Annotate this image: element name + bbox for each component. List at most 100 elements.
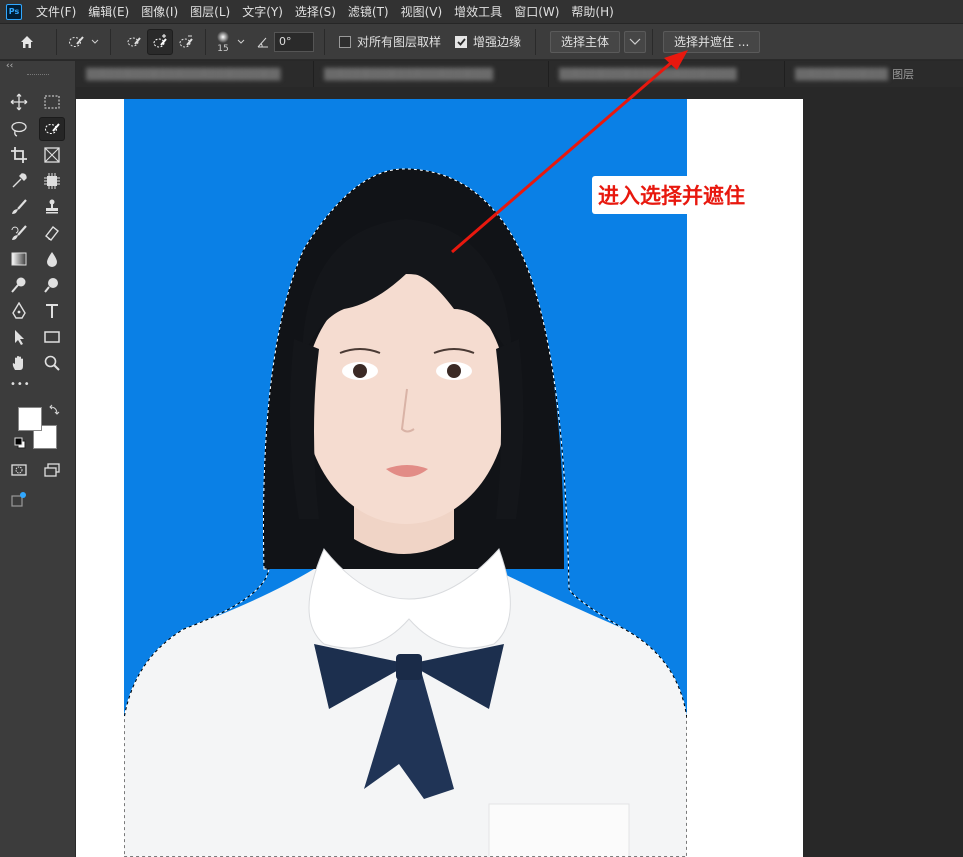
- screen-mode-button[interactable]: [39, 458, 65, 482]
- enhance-edge-label: 增强边缘: [473, 35, 522, 49]
- options-bar: 15 0° 对所有图层取样 增强边缘 选择主体 选择并遮住 ...: [0, 24, 963, 60]
- enhance-edge-checkbox[interactable]: [455, 35, 468, 48]
- subtract-from-selection-icon: [179, 35, 193, 47]
- path-selection-tool[interactable]: [6, 325, 32, 349]
- brush-size-picker[interactable]: 15: [216, 30, 230, 54]
- menu-help[interactable]: 帮助(H): [565, 0, 619, 24]
- eraser-tool[interactable]: [39, 221, 65, 245]
- eraser-icon: [45, 226, 59, 241]
- magnify-dodge-tool[interactable]: [39, 273, 65, 297]
- quick-selection-tool[interactable]: [39, 117, 65, 141]
- add-to-selection-button[interactable]: [147, 28, 173, 55]
- home-icon: [21, 35, 33, 48]
- menu-type[interactable]: 文字(Y): [236, 0, 289, 24]
- rectangle-tool[interactable]: [39, 325, 65, 349]
- chevron-down-icon: [629, 38, 641, 45]
- new-selection-icon: [127, 36, 141, 46]
- dodge-icon: [11, 277, 26, 293]
- history-brush-tool[interactable]: [6, 221, 32, 245]
- tools-panel: ‹‹ •••: [0, 61, 76, 857]
- chip-icon: [44, 173, 60, 189]
- sample-all-layers-checkbox[interactable]: [339, 35, 351, 48]
- marquee-tool[interactable]: [39, 90, 65, 114]
- separator: [324, 28, 325, 55]
- enhance-edge-option[interactable]: 增强边缘: [455, 33, 521, 50]
- eyedropper-tool[interactable]: [6, 169, 32, 193]
- object-selection-tool[interactable]: [39, 169, 65, 193]
- more-tools-icon[interactable]: •••: [10, 379, 31, 390]
- dodge-round-icon: [44, 278, 58, 293]
- quick-selection-icon: [69, 35, 84, 47]
- hand-icon: [12, 356, 23, 370]
- angle-icon: [257, 37, 268, 47]
- collapse-panel-icon[interactable]: ‹‹: [6, 61, 13, 71]
- screen-mode-icon: [44, 463, 60, 477]
- menu-file[interactable]: 文件(F): [30, 0, 82, 24]
- new-selection-button[interactable]: [121, 29, 147, 55]
- chevron-down-icon[interactable]: [236, 37, 246, 47]
- pen-tool[interactable]: [6, 299, 32, 323]
- canvas-workspace[interactable]: [76, 87, 963, 857]
- menu-window[interactable]: 窗口(W): [508, 0, 565, 24]
- magnifier-icon: [44, 355, 60, 371]
- foreground-color-swatch[interactable]: [18, 407, 42, 431]
- type-tool[interactable]: [39, 299, 65, 323]
- document-tab[interactable]: ▒▒▒▒▒▒▒▒▒▒▒▒▒▒▒▒▒▒▒▒▒▒▒: [76, 61, 314, 87]
- clone-stamp-tool[interactable]: [39, 195, 65, 219]
- tool-preset-picker[interactable]: [63, 29, 89, 55]
- document-tab[interactable]: ▒▒▒▒▒▒▒▒▒▒▒ 图层: [785, 61, 963, 87]
- eyedropper-icon: [12, 173, 27, 188]
- zoom-tool[interactable]: [39, 351, 65, 375]
- menu-filter[interactable]: 滤镜(T): [342, 0, 395, 24]
- quick-selection-icon: [45, 123, 60, 134]
- rectangle-icon: [44, 331, 60, 343]
- menu-view[interactable]: 视图(V): [395, 0, 449, 24]
- quick-mask-button[interactable]: [6, 458, 32, 482]
- document-tab[interactable]: ▒▒▒▒▒▒▒▒▒▒▒▒▒▒▒▒▒▒▒▒▒: [549, 61, 785, 87]
- select-and-mask-button[interactable]: 选择并遮住 ...: [663, 30, 761, 53]
- select-subject-dropdown[interactable]: [624, 30, 647, 53]
- dodge-tool[interactable]: [6, 273, 32, 297]
- history-brush-icon: [11, 225, 27, 240]
- angle-input[interactable]: 0°: [274, 31, 314, 52]
- brush-size-value: 15: [217, 43, 229, 54]
- angle-control: 0°: [256, 31, 314, 52]
- panel-grip: [27, 74, 49, 76]
- arrow-cursor-icon: [15, 330, 24, 345]
- tab-title-blurred: ▒▒▒▒▒▒▒▒▒▒▒▒▒▒▒▒▒▒▒▒▒: [559, 67, 737, 81]
- hand-tool[interactable]: [6, 351, 32, 375]
- menu-image[interactable]: 图像(I): [135, 0, 184, 24]
- edit-toolbar-button[interactable]: [6, 487, 32, 511]
- default-colors-icon[interactable]: [14, 437, 26, 452]
- menu-layer[interactable]: 图层(L): [184, 0, 236, 24]
- frame-tool[interactable]: [39, 143, 65, 167]
- separator: [56, 28, 57, 55]
- edit-toolbar-icon: [11, 492, 26, 507]
- menu-edit[interactable]: 编辑(E): [82, 0, 135, 24]
- brush-tool[interactable]: [6, 195, 32, 219]
- pen-icon: [12, 302, 26, 319]
- move-tool[interactable]: [6, 90, 32, 114]
- chevron-down-icon[interactable]: [90, 37, 100, 47]
- menu-select[interactable]: 选择(S): [289, 0, 342, 24]
- frame-icon: [44, 147, 60, 163]
- select-subject-button[interactable]: 选择主体: [550, 30, 621, 53]
- photoshop-logo: Ps: [6, 3, 22, 20]
- sample-all-layers-label: 对所有图层取样: [357, 35, 442, 49]
- sample-all-layers-option[interactable]: 对所有图层取样: [339, 33, 441, 50]
- lasso-icon: [11, 121, 27, 137]
- home-button[interactable]: [14, 29, 40, 55]
- tab-title-blurred: ▒▒▒▒▒▒▒▒▒▒▒▒▒▒▒▒▒▒▒▒▒▒▒: [86, 67, 281, 81]
- move-icon: [10, 93, 28, 111]
- swap-colors-icon[interactable]: [48, 404, 60, 419]
- crop-tool[interactable]: [6, 143, 32, 167]
- tab-title-blurred: ▒▒▒▒▒▒▒▒▒▒▒▒▒▒▒▒▒▒▒▒: [324, 67, 494, 81]
- lasso-tool[interactable]: [6, 117, 32, 141]
- quick-mask-icon: [11, 464, 27, 476]
- subtract-from-selection-button[interactable]: [173, 29, 199, 55]
- annotation-label: 进入选择并遮住: [592, 176, 751, 214]
- document-tab[interactable]: ▒▒▒▒▒▒▒▒▒▒▒▒▒▒▒▒▒▒▒▒: [314, 61, 549, 87]
- blur-tool[interactable]: [39, 247, 65, 271]
- menu-plugins[interactable]: 增效工具: [448, 0, 508, 24]
- gradient-tool[interactable]: [6, 247, 32, 271]
